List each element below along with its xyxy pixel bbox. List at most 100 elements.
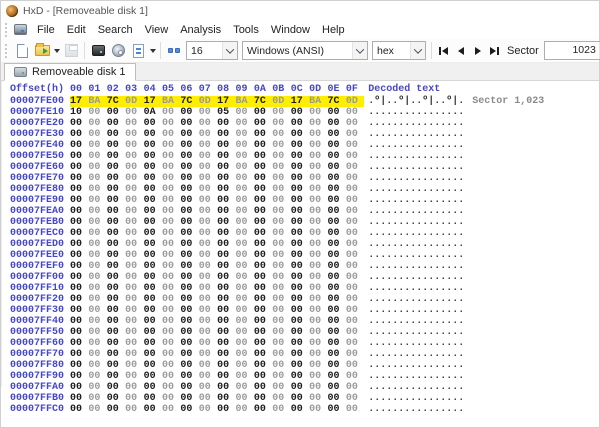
- byte-cell[interactable]: 00: [236, 283, 254, 294]
- byte-cell[interactable]: 00: [327, 250, 345, 261]
- byte-cell[interactable]: 00: [70, 129, 88, 140]
- byte-cell[interactable]: 00: [88, 151, 106, 162]
- byte-cell[interactable]: 00: [162, 327, 180, 338]
- byte-cell[interactable]: 00: [162, 228, 180, 239]
- byte-cell[interactable]: 7C: [107, 96, 125, 107]
- byte-cell[interactable]: 00: [236, 118, 254, 129]
- byte-cell[interactable]: 00: [272, 404, 290, 415]
- row-decoded-text[interactable]: ................: [368, 118, 468, 129]
- menu-window[interactable]: Window: [265, 22, 316, 38]
- byte-cell[interactable]: 00: [217, 272, 235, 283]
- byte-cell[interactable]: 00: [254, 151, 272, 162]
- byte-cell[interactable]: 00: [272, 228, 290, 239]
- byte-cell[interactable]: 00: [272, 272, 290, 283]
- row-decoded-text[interactable]: ................: [368, 371, 468, 382]
- byte-cell[interactable]: 00: [236, 107, 254, 118]
- sector-input[interactable]: 1023: [545, 42, 599, 59]
- byte-cell[interactable]: 00: [309, 316, 327, 327]
- byte-cell[interactable]: 00: [254, 140, 272, 151]
- byte-cell[interactable]: 00: [199, 294, 217, 305]
- byte-cell[interactable]: 00: [125, 195, 143, 206]
- byte-cell[interactable]: 00: [88, 228, 106, 239]
- byte-cell[interactable]: 0A: [144, 107, 162, 118]
- byte-cell[interactable]: 00: [144, 140, 162, 151]
- byte-cell[interactable]: 00: [180, 129, 198, 140]
- byte-cell[interactable]: 00: [180, 316, 198, 327]
- byte-cell[interactable]: 00: [309, 349, 327, 360]
- byte-cell[interactable]: 00: [327, 327, 345, 338]
- byte-cell[interactable]: 00: [254, 316, 272, 327]
- byte-cell[interactable]: 00: [327, 129, 345, 140]
- byte-cell[interactable]: 00: [125, 349, 143, 360]
- byte-cell[interactable]: 00: [180, 228, 198, 239]
- byte-cell[interactable]: 00: [125, 261, 143, 272]
- menu-tools[interactable]: Tools: [227, 22, 265, 38]
- byte-cell[interactable]: 00: [180, 338, 198, 349]
- byte-cell[interactable]: 00: [144, 217, 162, 228]
- byte-cell[interactable]: 00: [88, 316, 106, 327]
- byte-cell[interactable]: 00: [107, 206, 125, 217]
- byte-cell[interactable]: 00: [199, 272, 217, 283]
- byte-cell[interactable]: 00: [309, 404, 327, 415]
- byte-cell[interactable]: 00: [88, 305, 106, 316]
- byte-cell[interactable]: 00: [291, 305, 309, 316]
- byte-cell[interactable]: 00: [309, 173, 327, 184]
- byte-cell[interactable]: 00: [236, 338, 254, 349]
- byte-cell[interactable]: 00: [309, 393, 327, 404]
- byte-cell[interactable]: 00: [254, 393, 272, 404]
- row-decoded-text[interactable]: ................: [368, 294, 468, 305]
- byte-cell[interactable]: 00: [327, 206, 345, 217]
- byte-cell[interactable]: 00: [254, 382, 272, 393]
- row-decoded-text[interactable]: ................: [368, 283, 468, 294]
- byte-cell[interactable]: 00: [217, 184, 235, 195]
- byte-cell[interactable]: 00: [346, 162, 364, 173]
- row-decoded-text[interactable]: ................: [368, 140, 468, 151]
- row-decoded-text[interactable]: ................: [368, 305, 468, 316]
- open-file-button[interactable]: [32, 41, 52, 61]
- menu-view[interactable]: View: [139, 22, 175, 38]
- byte-cell[interactable]: 00: [88, 250, 106, 261]
- byte-cell[interactable]: 00: [162, 338, 180, 349]
- byte-cell[interactable]: 00: [70, 250, 88, 261]
- byte-cell[interactable]: 00: [236, 305, 254, 316]
- byte-cell[interactable]: 00: [162, 118, 180, 129]
- byte-cell[interactable]: 00: [180, 327, 198, 338]
- byte-cell[interactable]: 00: [254, 294, 272, 305]
- byte-cell[interactable]: 00: [107, 393, 125, 404]
- byte-cell[interactable]: 00: [272, 338, 290, 349]
- byte-cell[interactable]: 00: [217, 349, 235, 360]
- byte-cell[interactable]: 00: [291, 239, 309, 250]
- byte-cell[interactable]: 00: [107, 250, 125, 261]
- byte-cell[interactable]: 00: [291, 316, 309, 327]
- byte-cell[interactable]: 0D: [346, 96, 364, 107]
- byte-cell[interactable]: 00: [199, 151, 217, 162]
- byte-cell[interactable]: 00: [180, 305, 198, 316]
- byte-cell[interactable]: 00: [327, 261, 345, 272]
- byte-cell[interactable]: 00: [327, 349, 345, 360]
- byte-cell[interactable]: 00: [88, 349, 106, 360]
- byte-cell[interactable]: 00: [180, 294, 198, 305]
- byte-cell[interactable]: 00: [291, 151, 309, 162]
- byte-cell[interactable]: 00: [291, 283, 309, 294]
- menu-help[interactable]: Help: [316, 22, 351, 38]
- byte-cell[interactable]: 00: [125, 382, 143, 393]
- row-decoded-text[interactable]: ................: [368, 327, 468, 338]
- row-decoded-text[interactable]: ................: [368, 250, 468, 261]
- byte-cell[interactable]: 00: [236, 151, 254, 162]
- byte-cell[interactable]: 00: [125, 305, 143, 316]
- byte-cell[interactable]: 00: [272, 151, 290, 162]
- byte-cell[interactable]: 00: [162, 239, 180, 250]
- byte-cell[interactable]: 00: [327, 217, 345, 228]
- byte-cell[interactable]: 00: [272, 118, 290, 129]
- byte-cell[interactable]: 00: [180, 349, 198, 360]
- byte-cell[interactable]: 00: [217, 228, 235, 239]
- byte-cell[interactable]: 00: [346, 327, 364, 338]
- byte-cell[interactable]: 00: [199, 393, 217, 404]
- byte-cell[interactable]: 00: [346, 107, 364, 118]
- byte-cell[interactable]: 00: [272, 206, 290, 217]
- byte-cell[interactable]: 00: [346, 228, 364, 239]
- byte-cell[interactable]: 00: [199, 129, 217, 140]
- byte-cell[interactable]: 00: [199, 239, 217, 250]
- menu-search[interactable]: Search: [92, 22, 139, 38]
- byte-cell[interactable]: 00: [217, 195, 235, 206]
